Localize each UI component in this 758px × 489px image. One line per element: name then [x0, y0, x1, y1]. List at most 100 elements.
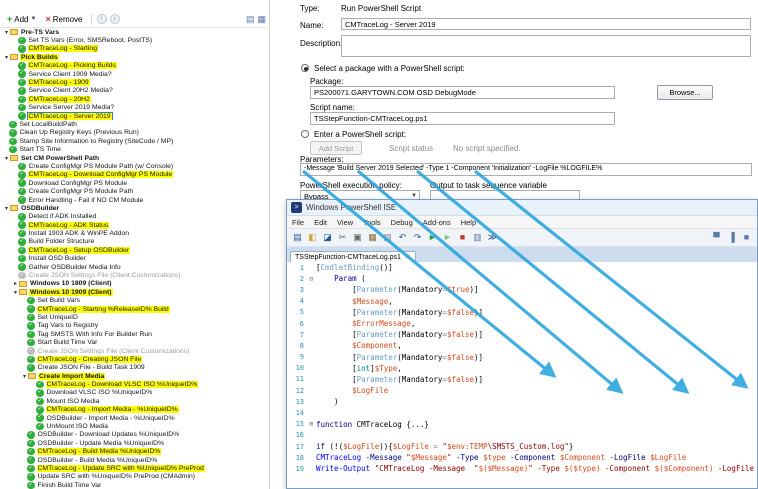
menu-addons[interactable]: Add-ons [418, 218, 456, 227]
collapse-group-icon[interactable]: ▾ [3, 29, 10, 36]
tree-step[interactable]: ✓OSDBuilder - Download Updates %UniqueID… [0, 431, 270, 439]
menu-file[interactable]: File [287, 218, 309, 227]
tree-step[interactable]: ✓Build Folder Structure [0, 238, 270, 246]
tree-step[interactable]: ✓Update SRC with %UniqueID% PreProd (CMA… [0, 473, 270, 481]
code-fold-icon[interactable]: ⊞ [307, 420, 316, 428]
save-icon[interactable]: ◪ [321, 231, 334, 244]
run-script-icon[interactable]: ► [426, 231, 439, 244]
tree-step[interactable]: ✓CMTraceLog - Starting %ReleaseID% Build [0, 305, 270, 313]
tree-group[interactable]: ▾Set CM PowerShell Path [0, 154, 270, 162]
menu-help[interactable]: Help [456, 218, 481, 227]
tree-step[interactable]: ✓Create JSON Settings File (Client Custo… [0, 347, 270, 355]
name-input[interactable]: CMTraceLog - Server 2019 [341, 18, 751, 30]
tree-step[interactable]: ✓CMTraceLog - Creating JSON File [0, 355, 270, 363]
tree-step[interactable]: ✓Set UniqueID [0, 313, 270, 321]
tree-step[interactable]: ✓CMTraceLog - Import Media - %UniqueID% [0, 406, 270, 414]
description-input[interactable] [341, 35, 751, 57]
expand-tree-icon[interactable]: ▤ [246, 14, 255, 25]
script-pane-top-icon[interactable]: ▀ [710, 231, 723, 244]
tree-step[interactable]: ✓Tag Vars to Registry [0, 322, 270, 330]
tree-step[interactable]: ✓UnMount ISO Media [0, 422, 270, 430]
code-fold-icon[interactable]: ⊟ [307, 275, 316, 283]
tree-step[interactable]: ✓CMTraceLog - Setup OSDBuilder [0, 246, 270, 254]
menu-view[interactable]: View [332, 218, 358, 227]
script-pane-max-icon[interactable]: ■ [740, 231, 753, 244]
tree-group[interactable]: ▾Create Import Media [0, 372, 270, 380]
copy-icon[interactable]: ▣ [351, 231, 364, 244]
tree-step[interactable]: ✓Finish Build Time Var [0, 481, 270, 489]
tree-step[interactable]: ✓CMTraceLog - ADK Status [0, 221, 270, 229]
tree-step[interactable]: ✓Service Server 2019 Media? [0, 104, 270, 112]
select-package-radio[interactable] [301, 64, 309, 72]
tree-step[interactable]: ✓OSDBuilder - Update Media %UniqueID% [0, 439, 270, 447]
tree-step[interactable]: ✓Detect if ADK Installed [0, 213, 270, 221]
collapse-tree-icon[interactable]: ▦ [257, 14, 266, 25]
tree-step[interactable]: ✓Mount ISO Media [0, 397, 270, 405]
tree-step[interactable]: ✓CMTraceLog - Starting [0, 45, 270, 53]
tree-group[interactable]: ▾OSDBuilder [0, 204, 270, 212]
tree-group[interactable]: ▾Pre-TS Vars [0, 28, 270, 36]
tree-step[interactable]: ✓Service Client 20H2 Media? [0, 87, 270, 95]
tree-step[interactable]: ✓CMTraceLog - Build Media %UniqueID% [0, 448, 270, 456]
tree-step[interactable]: ✓OSDBuilder - Import Media - %UniqueID% [0, 414, 270, 422]
parameters-input[interactable]: -Message 'Build Server 2019 Selected' -T… [300, 163, 752, 176]
tree-step[interactable]: ✓Clean Up Registry Keys (Previous Run) [0, 129, 270, 137]
redo-icon[interactable]: ↷ [411, 231, 424, 244]
tree-step[interactable]: ✓Create JSON Settings File (Client Custo… [0, 271, 270, 279]
tree-step[interactable]: ✓Create ConfigMgr PS Module Path [0, 187, 270, 195]
move-down-icon[interactable]: ↓ [110, 14, 120, 24]
tree-step[interactable]: ✓Error Handling - Fail if NO CM Module [0, 196, 270, 204]
move-up-icon[interactable]: ↑ [97, 14, 107, 24]
tree-step[interactable]: ✓Install OSD Builder [0, 255, 270, 263]
tree-step[interactable]: ✓Create ConfigMgr PS Module Path (w/ Con… [0, 162, 270, 170]
tree-step[interactable]: ✓Stamp Site Information to Registry (Sit… [0, 137, 270, 145]
collapse-group-icon[interactable]: ▾ [12, 289, 19, 296]
package-input[interactable]: PS200071.GARYTOWN.COM OSD DebugMode [310, 86, 615, 99]
script-name-input[interactable]: TSStepFunction-CMTraceLog.ps1 [310, 112, 615, 125]
start-powershell-icon[interactable]: ≫ [486, 231, 499, 244]
undo-icon[interactable]: ↶ [396, 231, 409, 244]
tree-step[interactable]: ✓Service Client 1909 Media? [0, 70, 270, 78]
tree-step[interactable]: ✓Set LocalBuildPath [0, 120, 270, 128]
tree-step[interactable]: ✓Download ConfigMgr PS Module [0, 179, 270, 187]
tree-step[interactable]: ✓Start TS Time [0, 145, 270, 153]
remote-tab-icon[interactable]: ▥ [471, 231, 484, 244]
tree-step[interactable]: ✓Start Build Time Var [0, 338, 270, 346]
tree-step[interactable]: ✓CMTraceLog - Update SRC with %UniqueID%… [0, 464, 270, 472]
tree-step[interactable]: ✓Gather OSDBuilder Media Info [0, 263, 270, 271]
script-tab[interactable]: TSStepFunction-CMTraceLog.ps1 ✕ [290, 251, 416, 262]
paste-icon[interactable]: ▦ [366, 231, 379, 244]
menu-debug[interactable]: Debug [386, 218, 418, 227]
tree-step[interactable]: ✓Set Build Vars [0, 297, 270, 305]
tree-step[interactable]: ✓CMTraceLog - Download VLSC ISO %UniqueI… [0, 380, 270, 388]
tree-step[interactable]: ✓CMTraceLog - Picking Builds [0, 62, 270, 70]
tree-step[interactable]: ✓Set TS Vars (Error, SMSReboot, PostTS) [0, 36, 270, 44]
new-script-icon[interactable]: ▤ [291, 231, 304, 244]
tree-step[interactable]: ✓OSDBuilder - Build Media %UniqueID% [0, 456, 270, 464]
browse-button[interactable]: Browse... [657, 85, 713, 100]
tree-step[interactable]: ✓CMTraceLog - Server 2019 [0, 112, 270, 120]
tree-step[interactable]: ✓Download VLSC ISO %UniqueID% [0, 389, 270, 397]
tree-group[interactable]: ▾Pick Builds [0, 53, 270, 61]
tab-close-icon[interactable]: ✕ [405, 253, 411, 261]
tree-group[interactable]: ▸Windows 10 1809 (Client) [0, 280, 270, 288]
script-editor[interactable]: 1[CmdletBinding()]2⊟ Param (3 [Parameter… [287, 262, 757, 488]
remove-button[interactable]: × Remove [42, 13, 85, 25]
tree-step[interactable]: ✓CMTraceLog - 20H2 [0, 95, 270, 103]
run-selection-icon[interactable]: ► [441, 231, 454, 244]
add-script-button[interactable]: Add Script [310, 141, 362, 155]
clear-icon[interactable]: ▧ [381, 231, 394, 244]
tree-step[interactable]: ✓Install 1903 ADK & WinPE Addon [0, 229, 270, 237]
tree-group[interactable]: ▾Windows 10 1909 (Client) [0, 288, 270, 296]
open-script-icon[interactable]: ◧ [306, 231, 319, 244]
collapse-group-icon[interactable]: ▾ [21, 373, 28, 380]
tree-step[interactable]: ✓CMTraceLog - 1909 [0, 78, 270, 86]
tree-step[interactable]: ✓Create JSON File - Build Task 1909 [0, 364, 270, 372]
add-button[interactable]: + Add ▼ [4, 13, 39, 25]
collapse-group-icon[interactable]: ▾ [3, 205, 10, 212]
menu-edit[interactable]: Edit [309, 218, 332, 227]
expand-group-icon[interactable]: ▸ [12, 280, 19, 287]
enter-script-radio[interactable] [301, 130, 309, 138]
ise-titlebar[interactable]: > Windows PowerShell ISE [287, 200, 757, 216]
cut-icon[interactable]: ✂ [336, 231, 349, 244]
